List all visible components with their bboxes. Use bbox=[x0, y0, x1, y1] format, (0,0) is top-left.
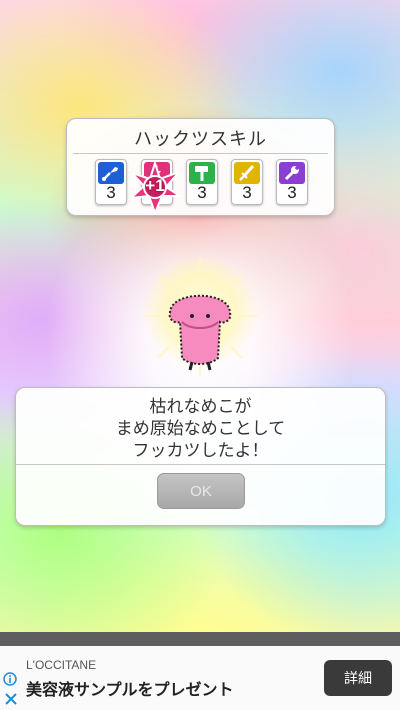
nameko-character bbox=[140, 258, 260, 388]
dialog-message: 枯れなめこが まめ原始なめことして フッカツしたよ！ bbox=[16, 396, 385, 462]
revival-message-dialog: 枯れなめこが まめ原始なめことして フッカツしたよ！ OK bbox=[15, 387, 386, 526]
skill-hammer[interactable]: 3 bbox=[186, 159, 218, 205]
skill-count: 3 bbox=[242, 183, 252, 202]
message-line: フッカツしたよ！ bbox=[132, 441, 269, 461]
info-icon[interactable] bbox=[3, 672, 17, 686]
skill-panel-title: ハックツスキル bbox=[134, 129, 267, 150]
message-line: まめ原始なめことして bbox=[115, 419, 286, 439]
wrench-icon bbox=[279, 162, 305, 184]
skill-sword[interactable]: 3 bbox=[231, 159, 263, 205]
ad-detail-button[interactable]: 詳細 bbox=[324, 660, 392, 696]
divider bbox=[16, 464, 385, 465]
message-line: 枯れなめこが bbox=[149, 397, 252, 417]
skill-count: 3 bbox=[287, 183, 297, 202]
skill-count: 3 bbox=[106, 183, 116, 202]
bonus-badge: +1 bbox=[128, 159, 184, 216]
ad-brand: L'OCCITANE bbox=[26, 658, 97, 672]
ad-headline: 美容液サンプルをプレゼント bbox=[26, 680, 234, 699]
hammer-icon bbox=[189, 162, 215, 184]
bonus-badge-label: +1 bbox=[145, 176, 165, 195]
ok-button[interactable]: OK bbox=[157, 473, 245, 509]
hack-skill-panel: ハックツスキル 3 3 3 3 3 bbox=[66, 118, 335, 216]
sword-icon bbox=[234, 162, 260, 184]
skill-wrench[interactable]: 3 bbox=[276, 159, 308, 205]
divider bbox=[73, 153, 328, 154]
ad-banner[interactable]: L'OCCITANE 美容液サンプルをプレゼント 詳細 bbox=[0, 632, 400, 710]
close-icon[interactable] bbox=[4, 692, 18, 706]
skill-count: 3 bbox=[197, 183, 207, 202]
skill-shovel[interactable]: 3 bbox=[95, 159, 127, 205]
shovel-icon bbox=[98, 162, 124, 184]
